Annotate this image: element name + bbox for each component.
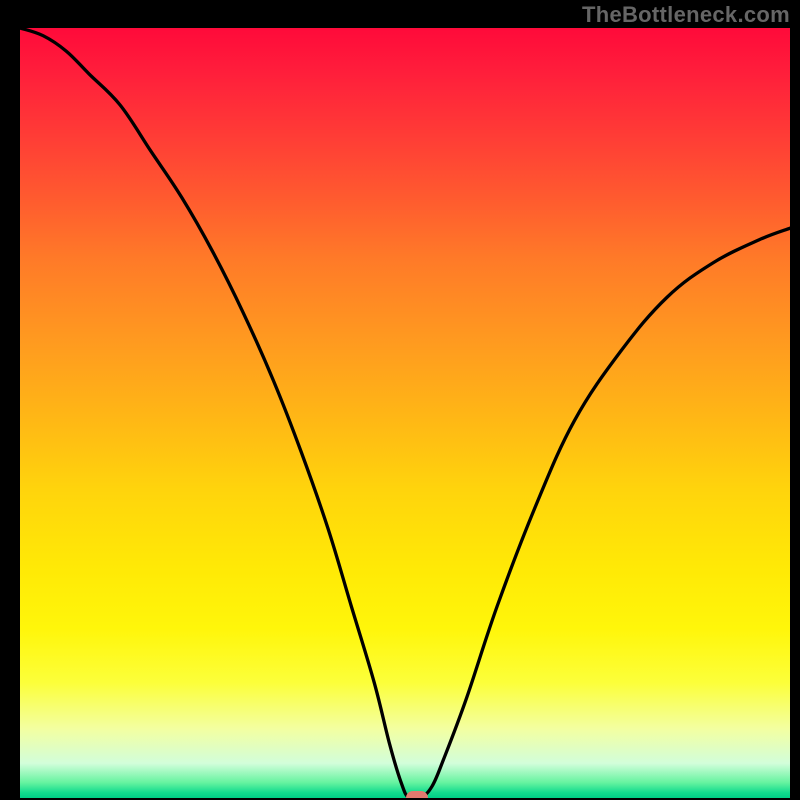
curve-path	[20, 28, 790, 798]
plot-area	[20, 28, 790, 798]
minimum-marker	[406, 791, 428, 798]
bottleneck-curve	[20, 28, 790, 798]
chart-stage: TheBottleneck.com	[0, 0, 800, 800]
watermark-text: TheBottleneck.com	[582, 2, 790, 28]
